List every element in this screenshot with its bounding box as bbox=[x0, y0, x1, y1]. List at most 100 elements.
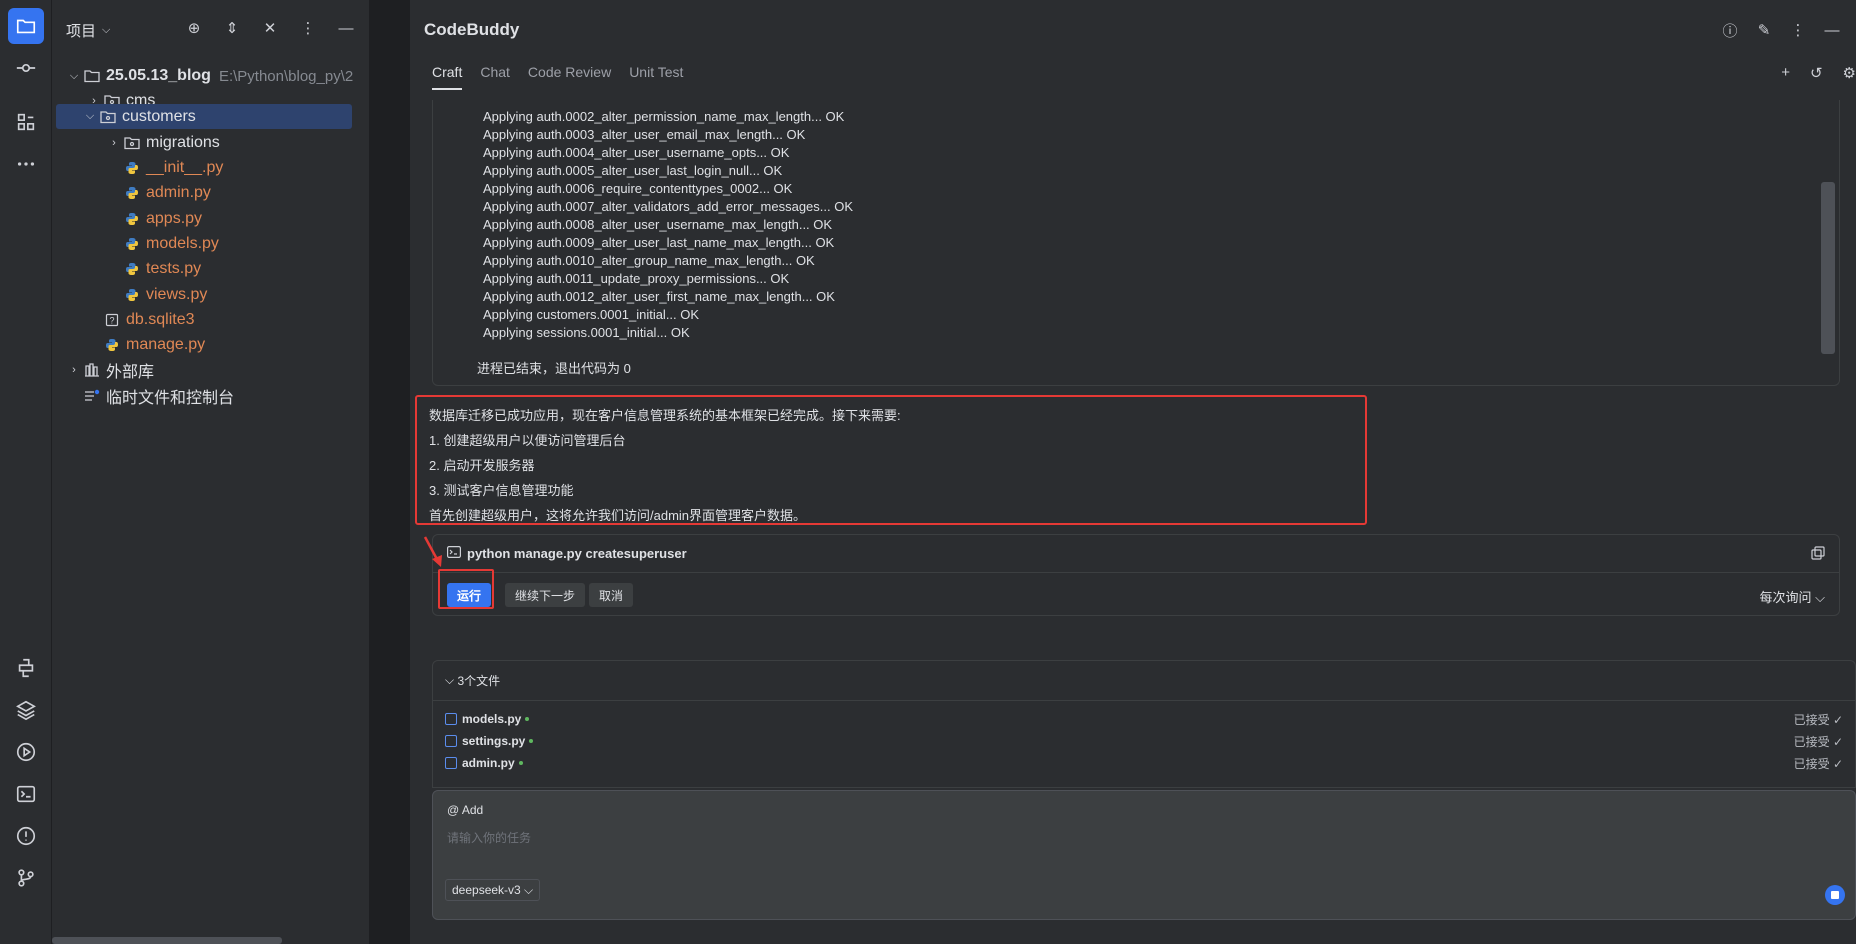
file-item[interactable]: models.py 已接受 ✓ bbox=[445, 708, 1843, 730]
locate-icon[interactable]: ⊕ bbox=[184, 18, 204, 38]
library-icon bbox=[82, 361, 102, 379]
minimize-icon[interactable]: — bbox=[1822, 20, 1842, 40]
modified-dot-icon bbox=[525, 717, 530, 721]
run-icon[interactable] bbox=[8, 734, 44, 770]
terminal-output: Applying auth.0002_alter_permission_name… bbox=[432, 100, 1840, 386]
command-card: python manage.py createsuperuser 运行 继续下一… bbox=[423, 534, 1840, 616]
output-line: Applying auth.0009_alter_user_last_name_… bbox=[483, 235, 835, 250]
chevron-down-icon[interactable]: ⌵ bbox=[82, 110, 98, 123]
chevron-down-icon[interactable]: ⌵ bbox=[66, 70, 82, 83]
options-icon[interactable]: ⋮ bbox=[298, 18, 318, 38]
output-line: Applying sessions.0001_initial... OK bbox=[483, 325, 690, 340]
output-line: Applying auth.0010_alter_group_name_max_… bbox=[483, 253, 815, 268]
tree-item-apps-py[interactable]: apps.py bbox=[122, 205, 356, 233]
commit-icon[interactable] bbox=[8, 50, 44, 86]
python-file-icon bbox=[122, 260, 142, 278]
tree-item-root[interactable]: ⌵ 25.05.13_blog E:\Python\blog_py\2 bbox=[66, 62, 356, 90]
codebuddy-panel: CodeBuddy ⓘ ✎ ⋮ — Craft Chat Code Review… bbox=[410, 0, 1856, 944]
tree-item-scratches[interactable]: 临时文件和控制台 bbox=[66, 382, 356, 410]
execution-mode-select[interactable]: 每次询问 ⌵ bbox=[1760, 587, 1826, 606]
tree-item-label: apps.py bbox=[146, 210, 203, 227]
settings-icon[interactable]: ⚙ bbox=[1843, 64, 1856, 82]
tree-item-models-py[interactable]: models.py bbox=[122, 230, 356, 258]
more-icon[interactable] bbox=[8, 146, 44, 182]
folder-icon[interactable] bbox=[8, 8, 44, 44]
continue-next-button[interactable]: 继续下一步 bbox=[505, 583, 586, 607]
file-status[interactable]: 已接受 ✓ bbox=[1794, 755, 1843, 772]
task-input[interactable] bbox=[447, 827, 1827, 849]
output-line: Applying auth.0012_alter_user_first_name… bbox=[483, 289, 835, 304]
python-icon[interactable] bbox=[8, 650, 44, 686]
chevron-down-icon: ⌵ bbox=[445, 673, 458, 687]
tree-item-db-sqlite3[interactable]: ? db.sqlite3 bbox=[102, 306, 356, 334]
edit-icon[interactable]: ✎ bbox=[1754, 20, 1774, 40]
output-line: Applying customers.0001_initial... OK bbox=[483, 307, 700, 322]
python-file-icon bbox=[122, 286, 142, 304]
python-file-icon bbox=[122, 184, 142, 202]
help-icon[interactable]: ⓘ bbox=[1720, 20, 1740, 40]
tree-item-label: customers bbox=[122, 107, 196, 125]
chevron-down-icon[interactable]: ⌵ bbox=[102, 24, 110, 37]
tab-craft[interactable]: Craft bbox=[432, 64, 463, 90]
model-select[interactable]: deepseek-v3 ⌵ bbox=[445, 879, 541, 901]
vertical-scrollbar[interactable] bbox=[1821, 182, 1835, 354]
command-text: python manage.py createsuperuser bbox=[467, 546, 687, 561]
file-icon bbox=[445, 735, 457, 747]
project-panel-title[interactable]: 项目 bbox=[66, 20, 96, 41]
tree-item-label: tests.py bbox=[146, 260, 202, 277]
python-file-icon bbox=[102, 336, 122, 354]
folder-icon bbox=[82, 67, 102, 85]
file-icon bbox=[445, 757, 457, 769]
git-icon[interactable] bbox=[8, 860, 44, 896]
stop-icon bbox=[1831, 891, 1839, 899]
options-icon[interactable]: ⋮ bbox=[1788, 20, 1808, 40]
output-line: Applying auth.0007_alter_validators_add_… bbox=[483, 199, 854, 214]
problems-icon[interactable] bbox=[8, 818, 44, 854]
package-folder-icon bbox=[122, 134, 142, 152]
copy-icon[interactable] bbox=[1811, 546, 1825, 563]
file-status[interactable]: 已接受 ✓ bbox=[1794, 711, 1843, 728]
files-header[interactable]: ⌵ 3个文件 bbox=[433, 661, 1855, 701]
tab-chat[interactable]: Chat bbox=[480, 64, 510, 90]
horizontal-scrollbar[interactable] bbox=[52, 937, 282, 944]
file-icon bbox=[445, 713, 457, 725]
file-item[interactable]: admin.py 已接受 ✓ bbox=[445, 752, 1843, 774]
tree-item-label: admin.py bbox=[146, 184, 211, 201]
minimize-icon[interactable]: — bbox=[336, 18, 356, 38]
file-status-label: 已接受 bbox=[1793, 712, 1830, 727]
tree-item-migrations[interactable]: › migrations bbox=[106, 129, 356, 157]
tree-item-admin-py[interactable]: admin.py bbox=[122, 179, 356, 207]
tree-item-tests-py[interactable]: tests.py bbox=[122, 255, 356, 283]
file-status[interactable]: 已接受 ✓ bbox=[1794, 733, 1843, 750]
tree-item-manage-py[interactable]: manage.py bbox=[102, 331, 356, 359]
tree-item-label: models.py bbox=[146, 235, 219, 252]
history-icon[interactable]: ↺ bbox=[1810, 64, 1823, 82]
stop-button[interactable] bbox=[1825, 885, 1845, 905]
add-context-button[interactable]: @ Add bbox=[447, 803, 483, 817]
output-lines: Applying auth.0002_alter_permission_name… bbox=[483, 108, 853, 342]
tree-item-customers[interactable]: ⌵ customers bbox=[56, 104, 352, 129]
changed-files-card: ⌵ 3个文件 models.py 已接受 ✓ settings.py 已接受 ✓… bbox=[432, 660, 1856, 788]
chevron-right-icon[interactable]: › bbox=[66, 364, 82, 376]
tree-item-init-py[interactable]: __init__.py bbox=[122, 154, 356, 182]
tab-code-review[interactable]: Code Review bbox=[528, 64, 611, 90]
tree-item-label: migrations bbox=[146, 134, 220, 151]
scratches-icon bbox=[82, 387, 102, 405]
modified-dot-icon bbox=[529, 739, 534, 743]
terminal-icon[interactable] bbox=[8, 776, 44, 812]
layers-icon[interactable] bbox=[8, 692, 44, 728]
codebuddy-header: CodeBuddy ⓘ ✎ ⋮ — bbox=[410, 0, 1856, 60]
chevron-right-icon[interactable]: › bbox=[106, 137, 122, 149]
tree-item-label: __init__.py bbox=[146, 159, 224, 176]
file-item[interactable]: settings.py 已接受 ✓ bbox=[445, 730, 1843, 752]
tab-unit-test[interactable]: Unit Test bbox=[629, 64, 683, 90]
tree-item-label: 外部库 bbox=[106, 364, 155, 381]
expand-all-icon[interactable]: ⇕ bbox=[222, 18, 242, 38]
collapse-all-icon[interactable]: ✕ bbox=[260, 18, 280, 38]
tree-item-external-libraries[interactable]: › 外部库 bbox=[66, 356, 356, 384]
run-button[interactable]: 运行 bbox=[447, 583, 492, 607]
plus-icon[interactable]: + bbox=[1781, 64, 1790, 82]
tree-item-views-py[interactable]: views.py bbox=[122, 281, 356, 309]
cancel-button[interactable]: 取消 bbox=[589, 583, 634, 607]
structure-icon[interactable] bbox=[8, 104, 44, 140]
